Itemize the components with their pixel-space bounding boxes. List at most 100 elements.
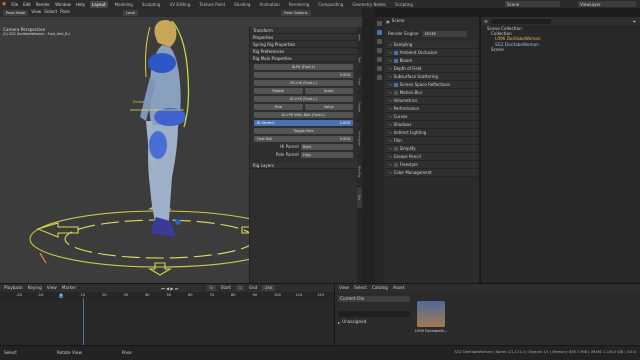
library-dropdown[interactable]: Current File bbox=[338, 296, 410, 302]
workspace-tab-compositing[interactable]: Compositing bbox=[316, 1, 345, 8]
menu-help[interactable]: Help bbox=[76, 2, 85, 7]
render-tab-icon[interactable] bbox=[377, 30, 382, 35]
properties-section-indirect-lighting[interactable]: › Indirect Lighting bbox=[386, 129, 478, 137]
foot-roll-slider[interactable]: Foot Roll 0.000 bbox=[254, 136, 353, 142]
asset-menu-asset[interactable]: Asset bbox=[393, 285, 404, 290]
timeline-menu-marker[interactable]: Marker bbox=[62, 285, 76, 290]
panel-transform[interactable]: Transform bbox=[250, 27, 357, 34]
current-frame-field[interactable]: 0 bbox=[207, 285, 216, 291]
outliner-search-input[interactable] bbox=[490, 18, 551, 24]
playhead[interactable] bbox=[83, 298, 84, 346]
start-frame-field[interactable]: 1 bbox=[235, 285, 245, 291]
rotate-col-button[interactable]: Rotate bbox=[254, 88, 303, 94]
timeline-menu-playback[interactable]: Playback bbox=[4, 285, 23, 290]
mode-dropdown[interactable]: Pose Mode bbox=[3, 9, 29, 16]
object-tab-icon[interactable] bbox=[377, 75, 382, 80]
view-layer-tab-icon[interactable] bbox=[377, 48, 382, 53]
properties-section-curves[interactable]: › Curves bbox=[386, 113, 478, 121]
viewport-menu-view[interactable]: View bbox=[31, 10, 41, 14]
tool-tab-icon[interactable] bbox=[377, 21, 382, 26]
workspace-tab-shading[interactable]: Shading bbox=[232, 1, 252, 8]
outliner-item-scene[interactable]: Scene bbox=[485, 47, 636, 52]
panel-rig-layers[interactable]: Rig Layers bbox=[250, 162, 357, 169]
filter-icon[interactable]: ⏷ bbox=[633, 19, 636, 24]
checkbox-checked[interactable] bbox=[393, 58, 398, 63]
timeline-ruler[interactable]: -20 -10 0 10 20 30 40 50 60 70 80 90 100 110 120 bbox=[0, 292, 334, 300]
panel-rig-preferences[interactable]: Rig Preferences bbox=[250, 48, 357, 55]
menu-file[interactable]: File bbox=[11, 2, 18, 7]
timeline-menu-view[interactable]: View bbox=[47, 285, 57, 290]
viewport-menu-pose[interactable]: Pose bbox=[60, 10, 70, 14]
timeline[interactable]: Playback Keying View Marker ⏮ ◀ ▶ ⏭ 0 St… bbox=[0, 283, 334, 346]
panel-properties[interactable]: Properties bbox=[250, 34, 357, 41]
menu-render[interactable]: Render bbox=[36, 2, 50, 7]
scene-selector[interactable]: Scene bbox=[505, 1, 560, 7]
world-tab-icon[interactable] bbox=[377, 66, 382, 71]
ik-fk-slider[interactable]: 0.000 bbox=[254, 72, 353, 78]
timeline-menu-keying[interactable]: Keying bbox=[28, 285, 42, 290]
menu-window[interactable]: Window bbox=[55, 2, 71, 7]
pole-col-button[interactable]: Pole bbox=[254, 104, 303, 110]
catalog-row[interactable]: ▸ Unassigned bbox=[338, 320, 366, 325]
workspace-tab-geometry-nodes[interactable]: Geometry Nodes bbox=[350, 1, 388, 8]
output-tab-icon[interactable] bbox=[377, 39, 382, 44]
checkbox-unchecked[interactable] bbox=[393, 90, 398, 95]
end-frame-field[interactable]: 250 bbox=[262, 285, 276, 291]
properties-section-simplify[interactable]: › Simplify bbox=[386, 145, 478, 153]
orientation-dropdown[interactable]: Local bbox=[122, 9, 139, 16]
asset-thumbnail[interactable] bbox=[417, 301, 445, 327]
properties-section-sampling[interactable]: › Sampling bbox=[386, 41, 478, 49]
checkbox-unchecked[interactable] bbox=[393, 162, 398, 167]
ik-fk-foot-button[interactable]: IK-FK (Foot.L) bbox=[254, 64, 353, 70]
asset-menu-select[interactable]: Select bbox=[354, 285, 367, 290]
blender-logo-icon[interactable]: ◉ bbox=[2, 1, 6, 7]
properties-section-volumetrics[interactable]: › Volumetrics bbox=[386, 97, 478, 105]
menu-edit[interactable]: Edit bbox=[23, 2, 31, 7]
ik-parent-dropdown[interactable]: Root bbox=[301, 144, 353, 150]
scale-col-button[interactable]: Scale bbox=[304, 88, 353, 94]
properties-section-motion-blur[interactable]: › Motion Blur bbox=[386, 89, 478, 97]
checkbox-checked[interactable] bbox=[393, 82, 398, 87]
properties-section-bloom[interactable]: › Bloom bbox=[386, 57, 478, 65]
properties-section-grease-pencil[interactable]: › Grease Pencil bbox=[386, 153, 478, 161]
pole-parent-dropdown[interactable]: Hips bbox=[301, 152, 353, 158]
checkbox-checked[interactable] bbox=[393, 50, 398, 55]
properties-section-freestyle[interactable]: › Freestyle bbox=[386, 161, 478, 169]
workspace-tab-uv-editing[interactable]: UV Editing bbox=[167, 1, 192, 8]
ik-fk-bob-button[interactable]: IK->FK With Bob (Foot.L) bbox=[254, 112, 353, 118]
checkbox-unchecked[interactable] bbox=[393, 146, 398, 151]
panel-rig-main[interactable]: Rig Main Properties bbox=[250, 55, 357, 62]
workspace-tab-scripting[interactable]: Scripting bbox=[393, 1, 415, 8]
fk-ik-foot-button[interactable]: FK->IK (Foot.L) bbox=[254, 80, 353, 86]
toggle-pole-button[interactable]: Toggle Pole bbox=[254, 128, 353, 134]
properties-section-depth-of-field[interactable]: › Depth of Field bbox=[386, 65, 478, 73]
panel-spring-rig[interactable]: Spring Rig Properties bbox=[250, 41, 357, 48]
asset-menu-view[interactable]: View bbox=[339, 285, 349, 290]
asset-search-input[interactable] bbox=[338, 311, 410, 317]
scene-tab-icon[interactable] bbox=[377, 57, 382, 62]
ik-stretch-slider[interactable]: IK Stretch 1.000 bbox=[254, 120, 353, 126]
workspace-tab-sculpting[interactable]: Sculpting bbox=[140, 1, 163, 8]
properties-section-film[interactable]: › Film bbox=[386, 137, 478, 145]
viewport-menu-select[interactable]: Select bbox=[44, 10, 57, 14]
ik-fk-foot-button-2[interactable]: IK->FK (Foot.L) bbox=[254, 96, 353, 102]
play-controls-icon[interactable]: ⏮ ◀ ▶ ⏭ bbox=[161, 286, 178, 291]
properties-section-subsurface-scattering[interactable]: › Subsurface Scattering bbox=[386, 73, 478, 81]
properties-section-shadows[interactable]: › Shadows bbox=[386, 121, 478, 129]
outliner-item-l096[interactable]: L096 DoritabeWoman bbox=[485, 37, 636, 41]
properties-section-ambient-occlusion[interactable]: › Ambient Occlusion bbox=[386, 49, 478, 57]
workspace-tab-texture-paint[interactable]: Texture Paint bbox=[197, 1, 227, 8]
outliner-item-sg2[interactable]: SG2 DoritabeWoman bbox=[485, 42, 636, 47]
workspace-tab-rendering[interactable]: Rendering bbox=[287, 1, 311, 8]
workspace-tab-modeling[interactable]: Modeling bbox=[113, 1, 135, 8]
value-col-button[interactable]: Value bbox=[304, 104, 353, 110]
view-layer-selector[interactable]: ViewLayer bbox=[578, 1, 636, 7]
properties-section-color-management[interactable]: › Color Management bbox=[386, 169, 478, 177]
properties-section-screen-space-reflections[interactable]: › Screen Space Reflections bbox=[386, 81, 478, 89]
outliner-editor-icon[interactable]: ☰ bbox=[484, 19, 488, 24]
properties-section-performance[interactable]: › Performance bbox=[386, 105, 478, 113]
asset-menu-catalog[interactable]: Catalog bbox=[372, 285, 388, 290]
render-engine-dropdown[interactable]: EEVEE bbox=[421, 31, 467, 37]
workspace-tab-layout[interactable]: Layout bbox=[89, 0, 108, 8]
workspace-tab-animation[interactable]: Animation bbox=[257, 1, 281, 8]
